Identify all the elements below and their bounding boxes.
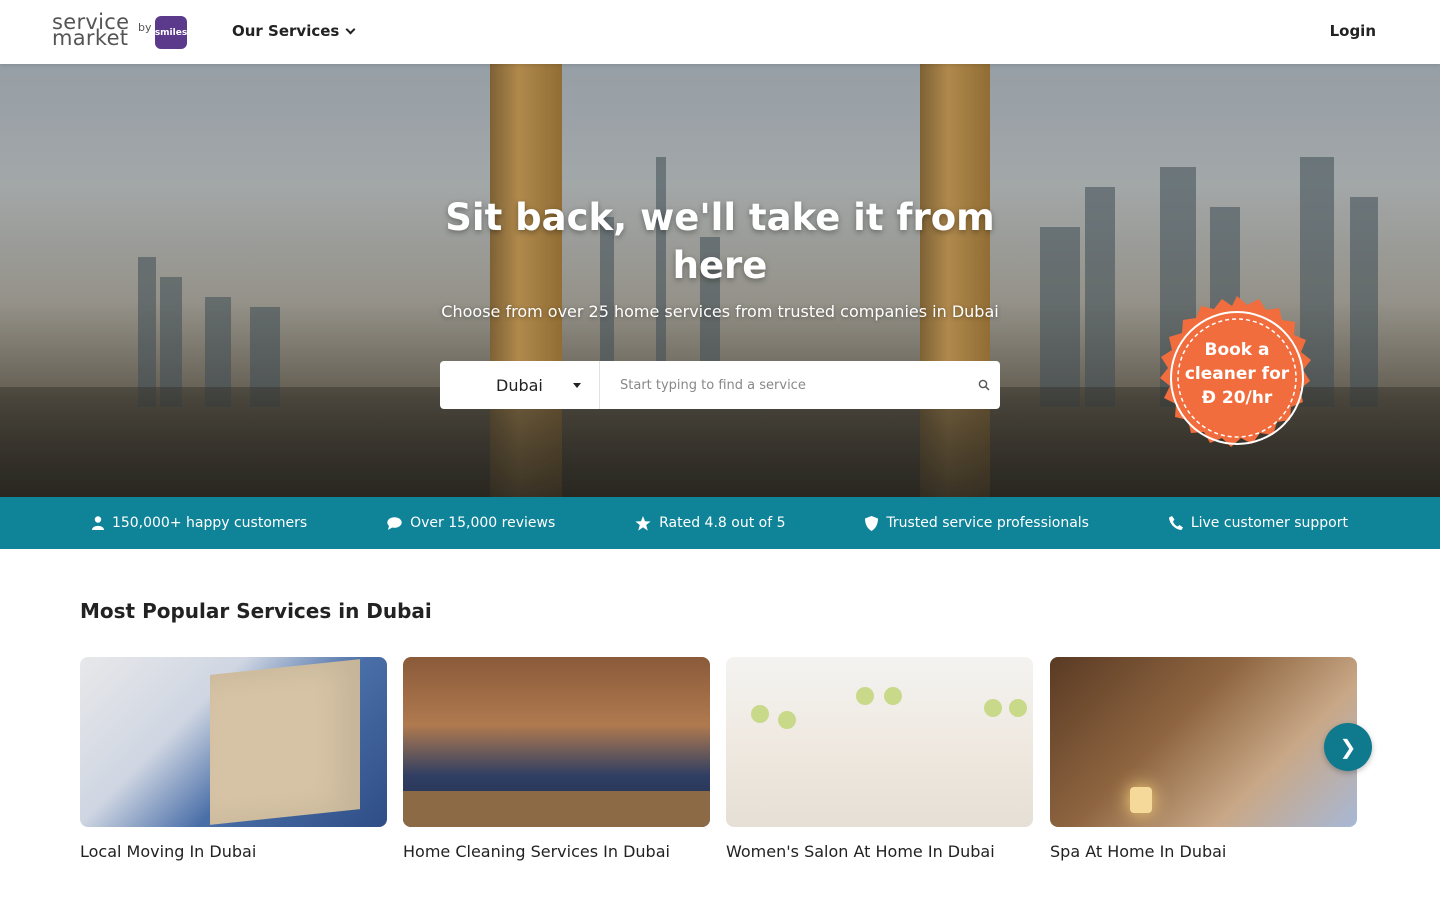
cucumber-slice (856, 687, 874, 705)
trust-bar: 150,000+ happy customers Over 15,000 rev… (0, 497, 1440, 549)
site-header: service market by smiles Our Services Lo… (0, 0, 1440, 64)
service-card-title: Local Moving In Dubai (80, 842, 257, 861)
service-card-title: Women's Salon At Home In Dubai (726, 842, 995, 861)
servicemarket-logo[interactable]: service market by smiles (52, 12, 192, 50)
cleaner-promo-badge[interactable]: Book a cleaner for Đ 20/hr (1155, 296, 1319, 460)
candle-shape (1130, 787, 1152, 813)
badge-line-2: cleaner for (1184, 364, 1290, 384)
badge-text: Book a cleaner for Đ 20/hr (1155, 338, 1319, 410)
star-icon (635, 515, 651, 531)
hero-subtitle: Choose from over 25 home services from t… (441, 302, 999, 321)
cardboard-box-shape (210, 659, 360, 825)
our-services-label: Our Services (232, 22, 340, 40)
logo-wordmark: service market (52, 12, 129, 50)
service-card-moving[interactable]: Local Moving In Dubai (80, 657, 387, 861)
service-card-spa[interactable]: Spa At Home In Dubai (1050, 657, 1357, 861)
service-card-salon[interactable]: Women's Salon At Home In Dubai (726, 657, 1033, 861)
user-icon (91, 516, 104, 530)
trust-label: 150,000+ happy customers (111, 515, 308, 531)
popular-services-heading: Most Popular Services in Dubai (80, 599, 432, 623)
caret-down-icon (573, 383, 581, 388)
shield-icon (865, 515, 879, 531)
service-card-cleaning[interactable]: Home Cleaning Services In Dubai (403, 657, 710, 861)
popular-services-carousel: Local Moving In Dubai Home Cleaning Serv… (80, 657, 1360, 877)
spa-service-image (1050, 657, 1357, 827)
cucumber-slice (984, 699, 1002, 717)
badge-line-1: Book a (1204, 340, 1270, 360)
trust-item-support: Live customer support (1168, 515, 1348, 531)
kitchen-counter-shape (403, 791, 710, 827)
our-services-menu[interactable]: Our Services (232, 22, 356, 40)
smiles-logo: smiles (155, 16, 187, 49)
hero-title: Sit back, we'll take it from here (445, 196, 995, 287)
login-link[interactable]: Login (1330, 22, 1376, 40)
logo-by-text: by (138, 21, 152, 34)
search-icon[interactable] (968, 361, 1000, 409)
service-card-title: Spa At Home In Dubai (1050, 842, 1227, 861)
trust-label: Live customer support (1190, 515, 1348, 531)
cucumber-slice (751, 705, 769, 723)
chevron-right-icon: ❯ (1339, 735, 1357, 759)
trust-label: Trusted service professionals (886, 515, 1089, 531)
trust-item-reviews: Over 15,000 reviews (387, 515, 555, 531)
salon-service-image (726, 657, 1033, 827)
trust-item-rating: Rated 4.8 out of 5 (635, 515, 786, 531)
moving-service-image (80, 657, 387, 827)
smiles-logo-text: smiles (154, 27, 188, 38)
service-search-input[interactable] (600, 361, 968, 409)
service-search-bar: Dubai (440, 361, 1000, 409)
chat-bubble-icon (387, 516, 402, 530)
carousel-next-button[interactable]: ❯ (1324, 723, 1372, 771)
cucumber-slice (778, 711, 796, 729)
cucumber-slice (1009, 699, 1027, 717)
hero-banner: Sit back, we'll take it from here Choose… (0, 64, 1440, 497)
trust-label: Over 15,000 reviews (410, 515, 556, 531)
trust-item-professionals: Trusted service professionals (865, 515, 1089, 531)
trust-item-customers: 150,000+ happy customers (91, 515, 308, 531)
badge-price: Đ 20/hr (1201, 388, 1273, 408)
chevron-down-icon (345, 24, 356, 34)
logo-line-market: market (52, 26, 129, 50)
cleaning-service-image (403, 657, 710, 827)
service-card-title: Home Cleaning Services In Dubai (403, 842, 670, 861)
phone-icon (1168, 516, 1183, 530)
city-select[interactable]: Dubai (440, 361, 600, 409)
city-select-value: Dubai (496, 375, 543, 395)
cucumber-slice (884, 687, 902, 705)
trust-label: Rated 4.8 out of 5 (659, 515, 786, 531)
